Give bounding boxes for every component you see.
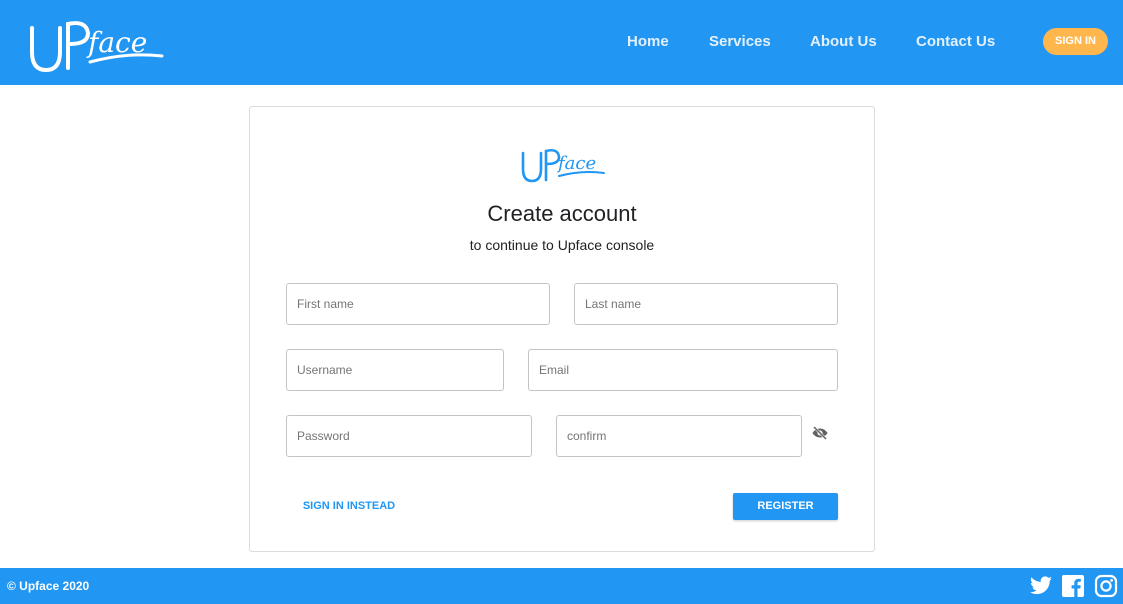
register-button[interactable]: REGISTER bbox=[733, 493, 838, 520]
svg-text:face: face bbox=[556, 153, 596, 174]
last-name-input[interactable] bbox=[575, 284, 837, 324]
username-field-box bbox=[286, 349, 504, 391]
upface-card-logo: face bbox=[521, 148, 605, 183]
nav-contact-link[interactable]: Contact Us bbox=[916, 33, 995, 50]
password-input[interactable] bbox=[287, 416, 531, 456]
email-field-box bbox=[528, 349, 838, 391]
nav-about-link[interactable]: About Us bbox=[810, 33, 877, 50]
create-account-card: face Create account to continue to Upfac… bbox=[249, 106, 875, 552]
nav-services-link[interactable]: Services bbox=[709, 33, 771, 50]
upface-logo[interactable]: face bbox=[26, 16, 166, 76]
eye-off-icon[interactable] bbox=[810, 424, 830, 442]
twitter-icon[interactable] bbox=[1029, 574, 1053, 598]
page-title: Create account bbox=[487, 201, 637, 226]
password-field-box bbox=[286, 415, 532, 457]
last-name-field-box bbox=[574, 283, 838, 325]
first-name-input[interactable] bbox=[287, 284, 549, 324]
confirm-password-input[interactable] bbox=[557, 416, 801, 456]
footer: © Upface 2020 bbox=[0, 568, 1123, 604]
sign-in-instead-button[interactable]: SIGN IN INSTEAD bbox=[286, 493, 412, 520]
instagram-icon[interactable] bbox=[1094, 574, 1118, 598]
email-input[interactable] bbox=[529, 350, 837, 390]
first-name-field-box bbox=[286, 283, 550, 325]
page-subtitle: to continue to Upface console bbox=[469, 237, 655, 253]
facebook-icon[interactable] bbox=[1061, 574, 1085, 598]
nav-home-link[interactable]: Home bbox=[627, 33, 669, 50]
copyright-text: © Upface 2020 bbox=[7, 579, 90, 593]
confirm-field-box bbox=[556, 415, 802, 457]
username-input[interactable] bbox=[287, 350, 503, 390]
top-navbar: face Home Services About Us Contact Us S… bbox=[0, 0, 1123, 85]
header-sign-in-button[interactable]: SIGN IN bbox=[1043, 28, 1108, 55]
